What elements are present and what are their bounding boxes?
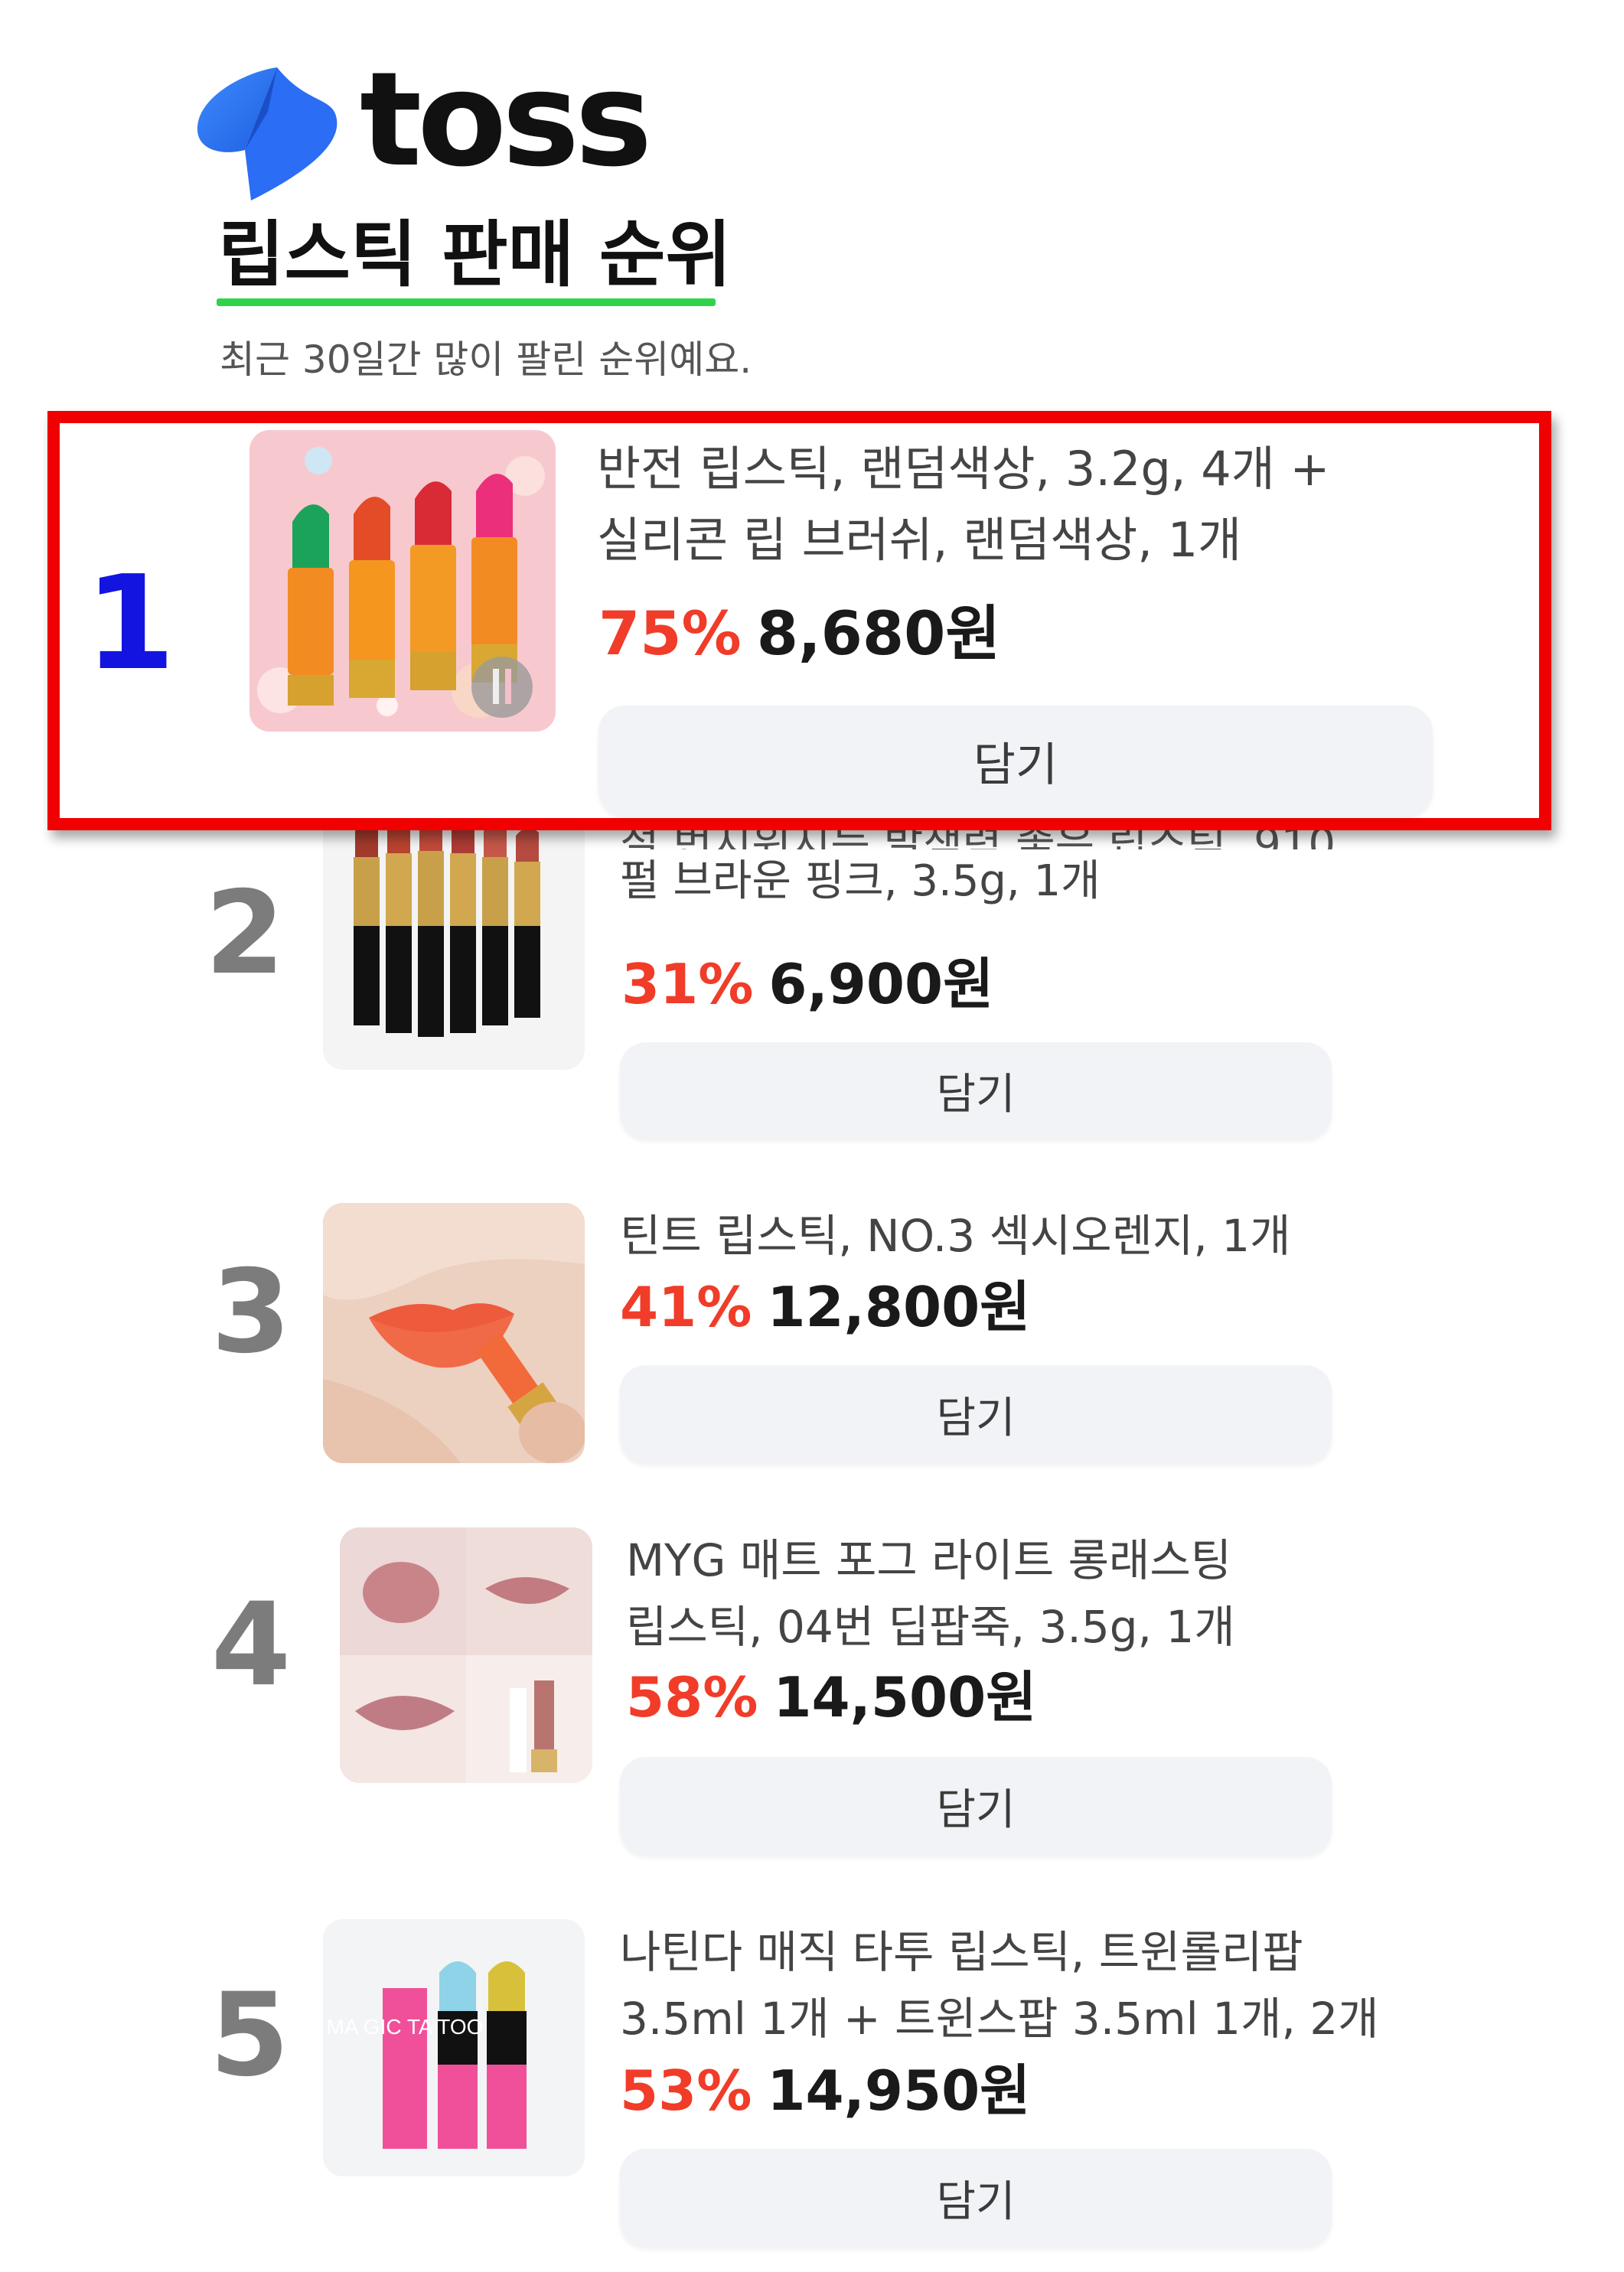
product-name-line: 나틴다 매직 타투 립스틱, 트윈롤리팝 <box>620 1926 1303 1978</box>
add-to-cart-button[interactable]: 담기 <box>620 1365 1332 1463</box>
title-underline <box>217 298 716 306</box>
toss-logo-icon <box>191 66 344 204</box>
sale-price: 8,680원 <box>756 600 1001 669</box>
sale-price: 6,900원 <box>768 952 994 1016</box>
product-name-line: 립스틱, 04번 딥팝죽, 3.5g, 1개 <box>626 1601 1235 1653</box>
sale-price: 14,950원 <box>767 2058 1031 2123</box>
product-name-line: 펄 브라운 핑크, 3.5g, 1개 <box>620 856 1101 906</box>
product-image-matte-lips[interactable] <box>340 1527 592 1783</box>
sale-price: 12,800원 <box>767 1275 1031 1339</box>
add-to-cart-button[interactable]: 담기 <box>620 1757 1332 1855</box>
product-name[interactable]: 틴트 립스틱, NO.3 섹시오렌지, 1개 <box>620 1203 1385 1270</box>
product-name[interactable]: 반전 립스틱, 랜덤색상, 3.2g, 4개 + 실리콘 립 브러쉬, 랜덤색상… <box>597 433 1362 575</box>
rank-number: 3 <box>210 1246 292 1379</box>
rank-number: 4 <box>210 1579 292 1712</box>
rank-number: 2 <box>204 867 285 1000</box>
price-row: 31% 6,900원 <box>621 957 993 1012</box>
product-name-line: 실리콘 립 브러쉬, 랜덤색상, 1개 <box>597 512 1242 568</box>
price-row: 53% 14,950원 <box>620 2063 1030 2118</box>
product-name-line: 3.5ml 1개 + 트윈스팝 3.5ml 1개, 2개 <box>620 1993 1379 2045</box>
price-row: 41% 12,800원 <box>620 1279 1030 1335</box>
add-to-cart-button[interactable]: 담기 <box>620 1042 1332 1139</box>
product-name-line: MYG 매트 포그 라이트 롱래스팅 <box>626 1534 1232 1586</box>
brand-name: toss <box>360 44 652 196</box>
add-to-cart-button[interactable]: 담기 <box>598 706 1433 816</box>
rank-number: 5 <box>209 1969 290 2102</box>
product-image-orange-lipsticks[interactable] <box>249 430 556 732</box>
product-image-lips-orange[interactable] <box>323 1203 585 1463</box>
discount-rate: 31% <box>621 952 754 1016</box>
page-subtitle: 최근 30일간 많이 팔린 순위예요. <box>220 337 752 382</box>
product-name-line: 틴트 립스틱, NO.3 섹시오렌지, 1개 <box>620 1210 1291 1262</box>
discount-rate: 58% <box>626 1665 758 1729</box>
price-row: 75% 8,680원 <box>598 605 1000 664</box>
discount-rate: 41% <box>620 1275 752 1339</box>
product-name-line: 반전 립스틱, 랜덤색상, 3.2g, 4개 + <box>597 441 1330 497</box>
discount-rate: 75% <box>598 600 742 669</box>
page-title: 립스틱 판매 순위 <box>218 214 732 297</box>
product-name[interactable]: 나틴다 매직 타투 립스틱, 트윈롤리팝 3.5ml 1개 + 트윈스팝 3.5… <box>620 1919 1385 2052</box>
price-row: 58% 14,500원 <box>626 1670 1036 1725</box>
rank-number: 1 <box>84 548 176 699</box>
product-image-tattoo-lipstick[interactable]: MA GIC TA TOO <box>323 1919 585 2176</box>
svg-text:MA GIC TA TOO: MA GIC TA TOO <box>327 2015 484 2039</box>
add-to-cart-button[interactable]: 담기 <box>620 2149 1332 2247</box>
sale-price: 14,500원 <box>773 1665 1037 1729</box>
product-image-lipstick-set[interactable] <box>323 811 585 1070</box>
discount-rate: 53% <box>620 2058 752 2123</box>
product-name[interactable]: MYG 매트 포그 라이트 롱래스팅 립스틱, 04번 딥팝죽, 3.5g, 1… <box>626 1527 1391 1661</box>
